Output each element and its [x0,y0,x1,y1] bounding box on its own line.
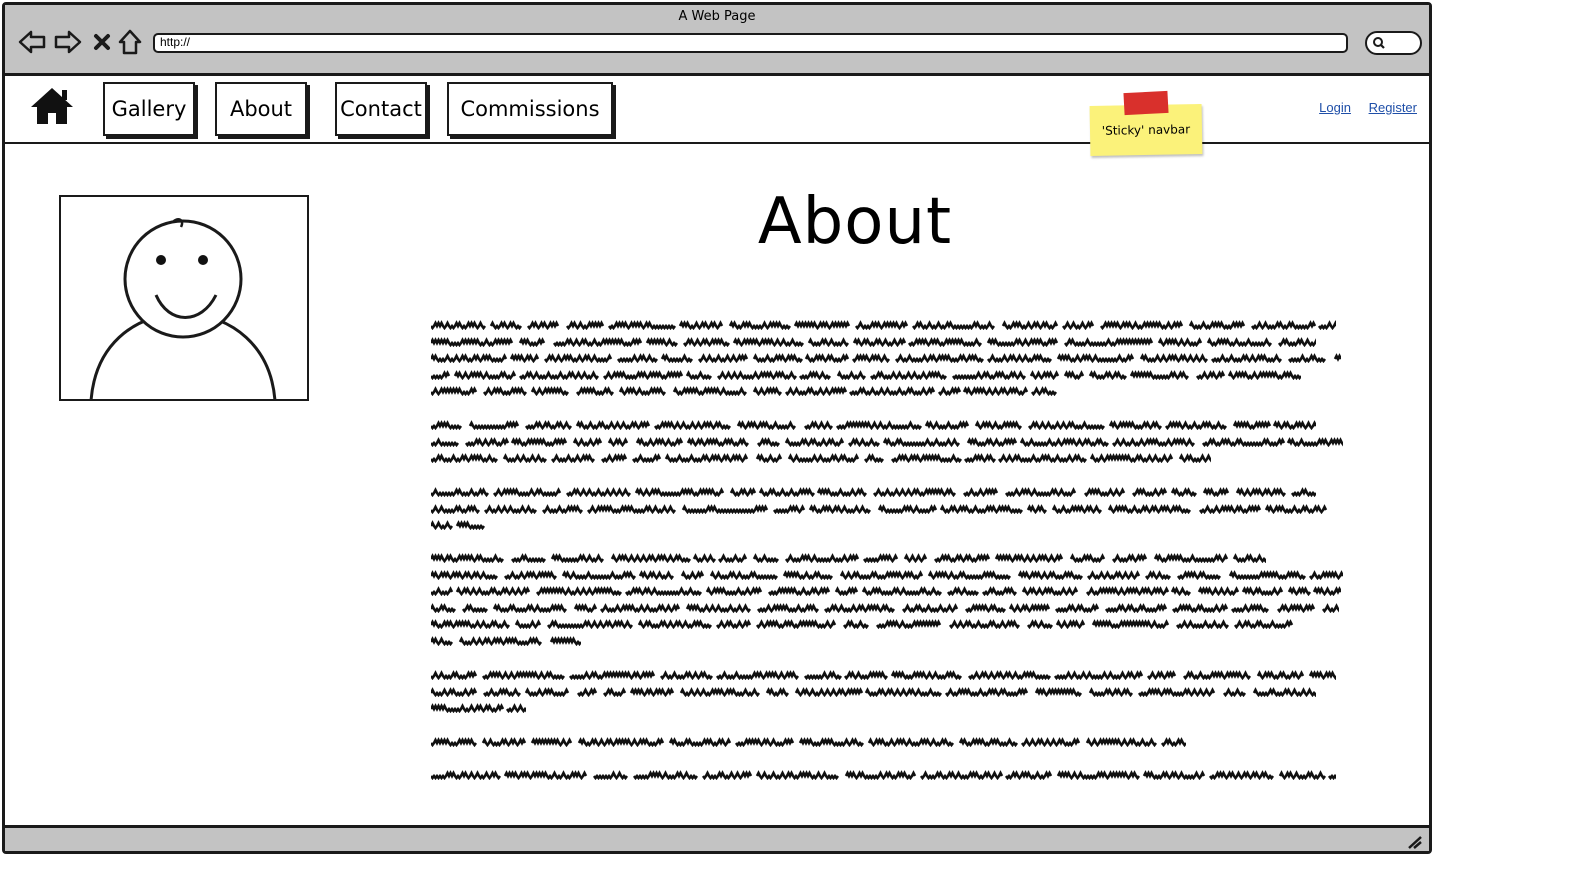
auth-links: Login Register [1305,100,1417,115]
back-arrow-icon[interactable] [17,27,47,57]
window-title: A Web Page [678,9,756,24]
sticky-tape [1123,90,1169,116]
paragraph-4 [431,553,1346,652]
home-outline-icon[interactable] [115,27,145,57]
nav-about-button[interactable]: About [215,82,307,136]
register-link[interactable]: Register [1369,100,1417,115]
nav-commissions-button[interactable]: Commissions [447,82,613,136]
nav-contact-button[interactable]: Contact [335,82,427,136]
site-navbar: Gallery About Contact Commissions Login … [5,76,1429,144]
status-bar [5,825,1429,851]
close-x-icon[interactable] [87,27,117,57]
profile-image [59,195,309,401]
browser-window: A Web Page http:// Gallery About Contact… [2,2,1432,854]
resize-grip-icon[interactable] [1407,835,1423,849]
paragraph-6 [431,737,1346,754]
page-title: About [757,185,953,259]
paragraph-2 [431,420,1346,470]
paragraph-1 [431,320,1346,403]
address-bar[interactable]: http:// [153,33,1348,53]
login-link[interactable]: Login [1319,100,1351,115]
search-icon [1373,37,1385,49]
nav-gallery-button[interactable]: Gallery [103,82,195,136]
paragraph-5 [431,670,1346,720]
forward-arrow-icon[interactable] [53,27,83,57]
browser-chrome: A Web Page http:// [5,5,1429,76]
browser-search-field[interactable] [1365,31,1422,55]
paragraph-3 [431,487,1346,537]
home-icon[interactable] [29,86,75,130]
paragraph-7 [431,770,1346,787]
